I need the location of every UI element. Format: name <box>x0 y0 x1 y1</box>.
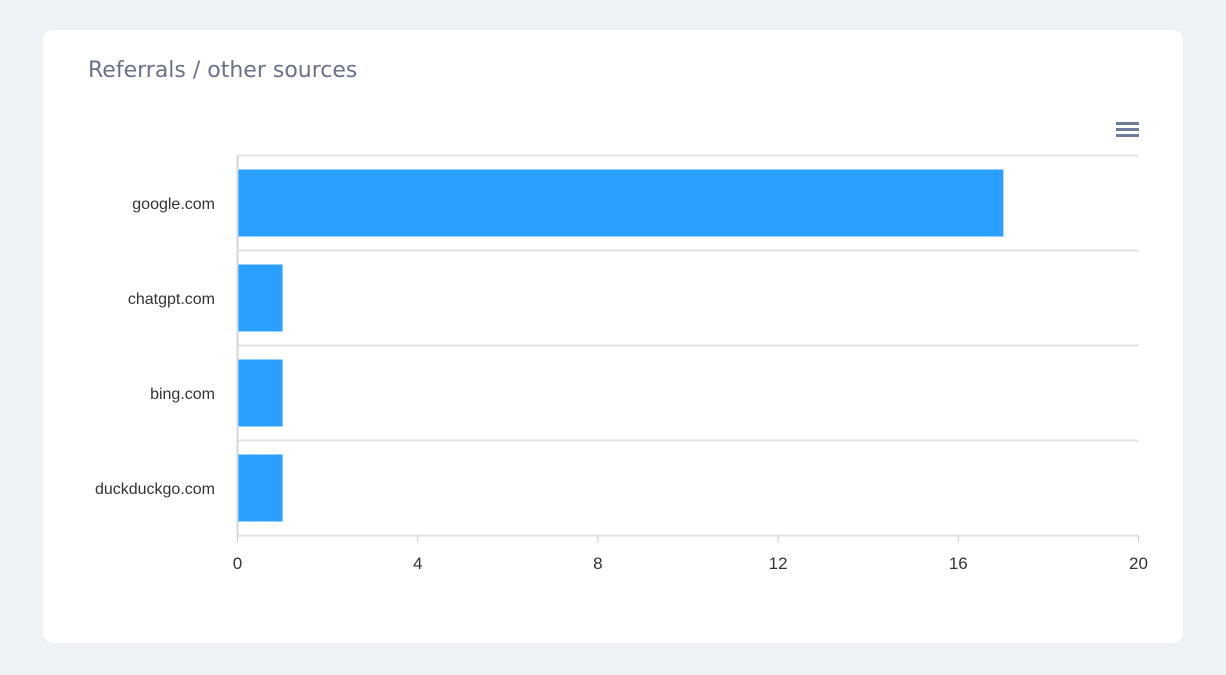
category-label: google.com <box>132 196 215 213</box>
category-label: chatgpt.com <box>128 291 215 308</box>
x-tick-label: 0 <box>233 554 242 573</box>
x-tick-label: 8 <box>593 554 602 573</box>
x-tick-label: 20 <box>1129 554 1148 573</box>
category-labels: google.com chatgpt.com bing.com duckduckgo.… <box>95 196 215 498</box>
x-tick-label: 12 <box>769 554 788 573</box>
x-tick-labels: 0 4 8 12 16 20 <box>233 554 1148 573</box>
category-label: bing.com <box>150 386 215 403</box>
category-label: duckduckgo.com <box>95 481 215 498</box>
bar-bing-com[interactable] <box>238 359 283 427</box>
bar-duckduckgo-com[interactable] <box>238 454 283 522</box>
bar-google-com[interactable] <box>238 169 1004 237</box>
chart-card: Referrals / other sources google.com chat… <box>43 30 1183 643</box>
bar-chart: google.com chatgpt.com bing.com duckduckgo.… <box>95 154 1148 573</box>
x-tick-label: 4 <box>413 554 422 573</box>
bar-chatgpt-com[interactable] <box>238 264 283 332</box>
x-tick-label: 16 <box>949 554 968 573</box>
